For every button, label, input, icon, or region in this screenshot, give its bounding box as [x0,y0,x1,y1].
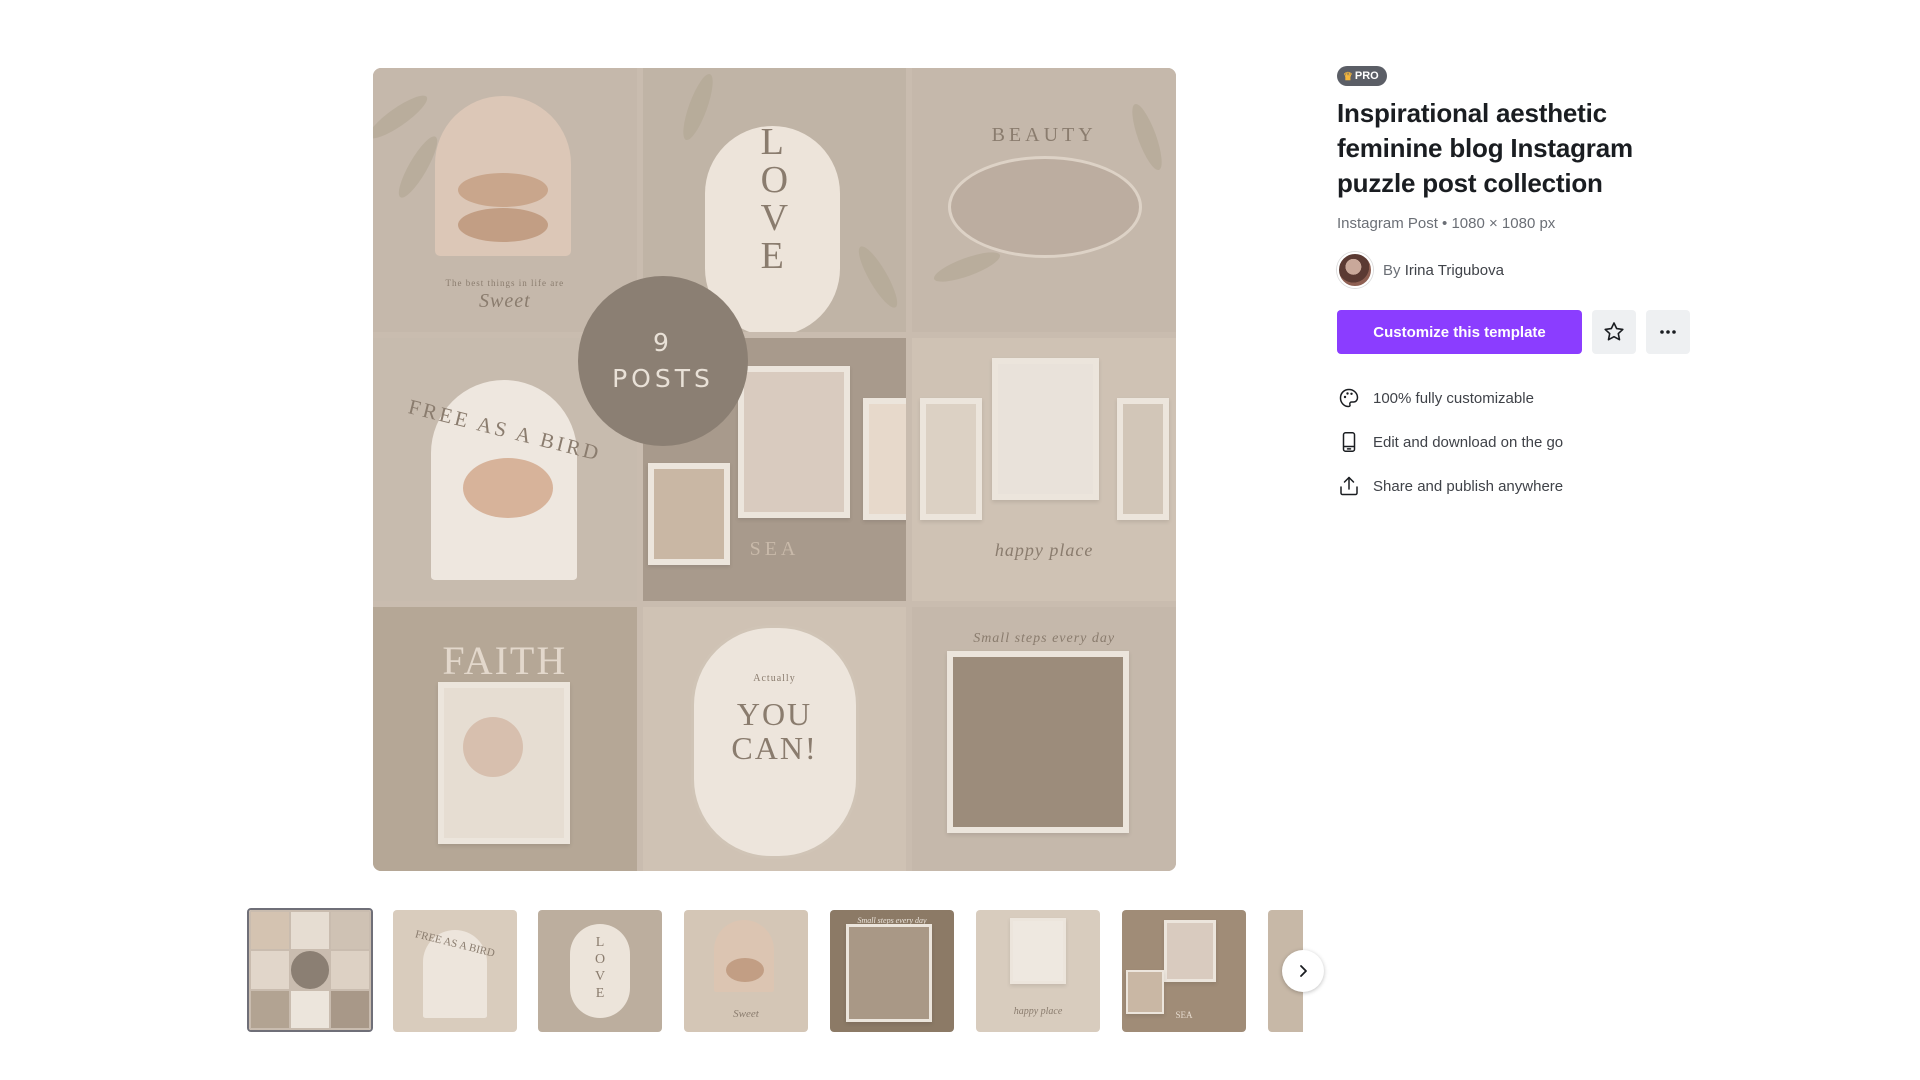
by-prefix: By [1383,261,1401,279]
feature-item: 100% fully customizable [1337,376,1717,420]
tile-title: YOU CAN! [731,696,818,767]
tile-title: BEAUTY [991,124,1097,146]
template-info-panel: ♛ PRO Inspirational aesthetic feminine b… [1337,66,1717,508]
tile-small-text: Actually [753,673,796,685]
feature-label: 100% fully customizable [1373,389,1534,407]
preview-tile-happy-place: happy place [912,337,1176,602]
template-preview[interactable]: The best things in life are Sweet LOVE B… [373,68,1176,871]
feature-list: 100% fully customizable Edit and downloa… [1337,376,1717,508]
thumbnail-2[interactable]: FREE AS A BIRD [393,910,517,1032]
thumbnail-3[interactable]: LOVE [538,910,662,1032]
tile-small-text: The best things in life are [445,278,565,288]
pro-badge: ♛ PRO [1337,66,1387,86]
badge-number: 9 [653,328,673,357]
more-horizontal-icon [1660,330,1676,334]
tile-title: Small steps every day [973,631,1116,647]
pro-badge-label: PRO [1354,70,1379,82]
palette-icon [1339,388,1359,408]
author-name-link[interactable]: Irina Trigubova [1405,262,1504,279]
share-icon [1340,476,1358,496]
thumbnail-label: SEA [1175,1010,1193,1020]
action-bar: Customize this template [1337,310,1717,354]
phone-icon [1342,432,1356,452]
tile-title: FAITH [442,638,568,684]
favorite-button[interactable] [1592,310,1636,354]
chevron-right-icon [1300,965,1307,977]
thumbnail-strip: FREE AS A BIRD LOVE Sweet Small steps ev… [247,908,1303,1034]
star-icon [1604,322,1624,341]
thumbnail-5[interactable]: Small steps every day [830,910,954,1032]
badge-word: POSTS [612,364,714,393]
thumbnails-next-button[interactable] [1282,950,1324,992]
template-title: Inspirational aesthetic feminine blog In… [1337,98,1633,198]
customize-template-button[interactable]: Customize this template [1337,310,1582,354]
author-row[interactable]: By Irina Trigubova [1337,252,1717,288]
thumbnail-label: happy place [1013,1006,1063,1017]
feature-label: Edit and download on the go [1373,433,1564,451]
preview-tile-sweet: The best things in life are Sweet [373,68,637,332]
feature-item: Edit and download on the go [1337,420,1717,464]
avatar[interactable] [1337,252,1373,288]
preview-tile-beauty: BEAUTY [912,68,1176,332]
posts-count-badge: 9 POSTS [578,276,748,446]
tile-title: LOVE [760,121,789,277]
tile-title: happy place [994,539,1094,560]
thumbnail-label: LOVE [594,935,606,1001]
feature-item: Share and publish anywhere [1337,464,1717,508]
thumbnail-label: Small steps every day [857,916,927,925]
author-byline: By Irina Trigubova [1383,262,1504,279]
tile-title: SEA [749,537,800,560]
template-meta: Instagram Post • 1080 × 1080 px [1337,215,1556,232]
preview-tile-faith: FAITH [373,607,637,871]
feature-label: Share and publish anywhere [1373,477,1564,495]
thumbnail-6[interactable]: happy place [976,910,1100,1032]
preview-tile-small-steps: Small steps every day [912,607,1176,871]
crown-icon: ♛ [1343,70,1353,83]
preview-tile-you-can: Actually YOU CAN! [642,607,907,871]
thumbnail-label: Sweet [733,1008,759,1020]
thumbnail-1[interactable] [247,908,373,1032]
more-options-button[interactable] [1646,310,1690,354]
thumbnail-4[interactable]: Sweet [684,910,808,1032]
thumbnail-7[interactable]: SEA [1122,910,1246,1032]
